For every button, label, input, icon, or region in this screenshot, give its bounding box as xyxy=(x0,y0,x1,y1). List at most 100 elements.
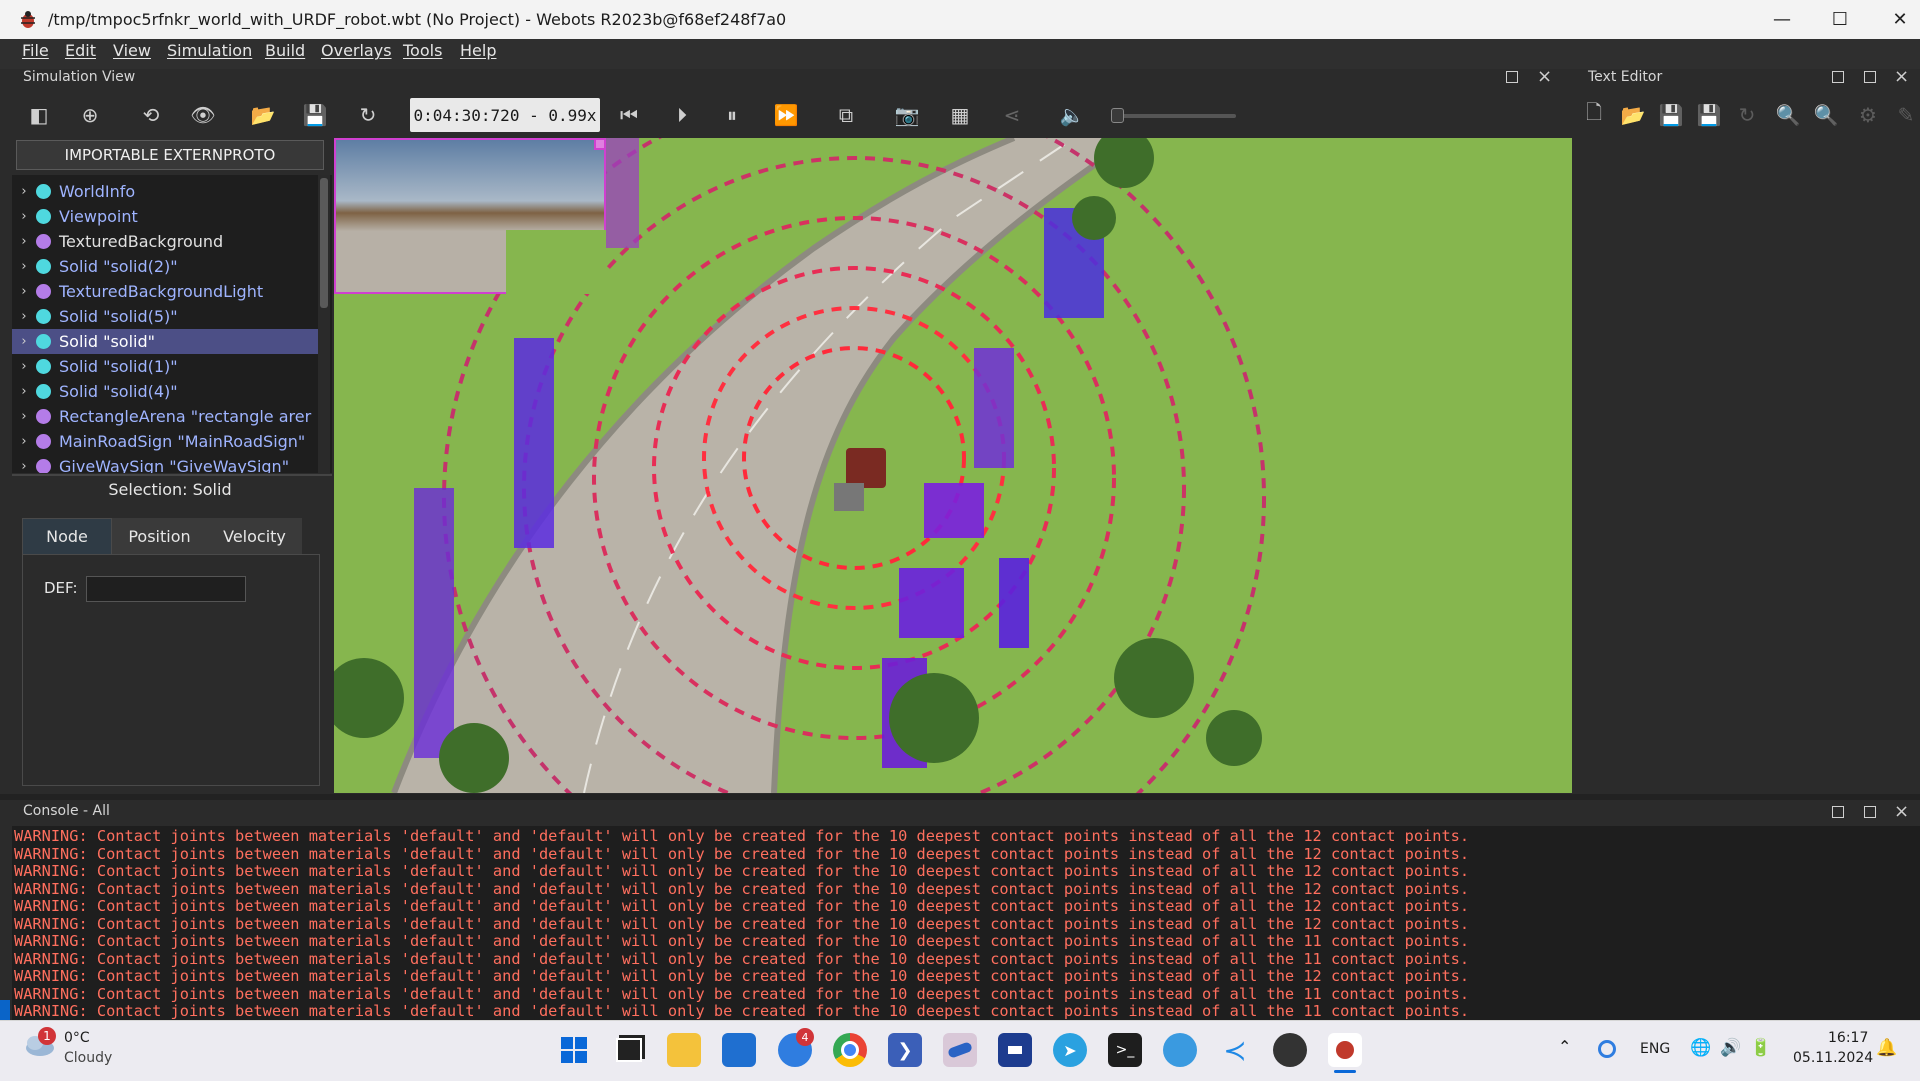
revert-file-icon[interactable]: ↻ xyxy=(1731,99,1763,131)
restore-viewpoint-icon[interactable]: ⟲ xyxy=(135,99,167,131)
telegram-icon[interactable]: ➤ xyxy=(1053,1033,1087,1067)
file-explorer-icon[interactable] xyxy=(667,1033,701,1067)
close-panel-icon[interactable]: × xyxy=(1894,803,1909,821)
toggle-scene-tree-icon[interactable]: ◧ xyxy=(23,99,55,131)
tray-app-icon[interactable] xyxy=(1598,1040,1616,1058)
battery-icon[interactable]: 🔋 xyxy=(1750,1038,1771,1058)
save-as-icon[interactable]: 💾 xyxy=(1693,99,1725,131)
camera-overlay[interactable] xyxy=(334,138,606,294)
undock-panel-icon[interactable] xyxy=(1864,71,1876,83)
chrome-icon[interactable] xyxy=(833,1033,867,1067)
expand-arrow-icon[interactable]: › xyxy=(12,409,36,424)
float-panel-icon[interactable] xyxy=(1832,71,1844,83)
expand-arrow-icon[interactable]: › xyxy=(12,359,36,374)
console-splitter[interactable] xyxy=(0,794,1920,800)
rendering-toggle-icon[interactable]: ⧉ xyxy=(830,99,862,131)
tab-velocity[interactable]: Velocity xyxy=(207,518,302,554)
notification-bell-icon[interactable]: 🔔 xyxy=(1876,1038,1897,1058)
scene-tree-item[interactable]: › Solid "solid" xyxy=(12,329,320,354)
step-icon[interactable]: ⏵ xyxy=(666,99,698,131)
menu-help[interactable]: Help xyxy=(460,41,496,60)
expand-arrow-icon[interactable]: › xyxy=(12,459,36,473)
share-icon[interactable]: ⋖ xyxy=(996,99,1028,131)
close-panel-icon[interactable]: × xyxy=(1894,68,1909,86)
minimize-button[interactable]: — xyxy=(1752,0,1812,39)
screenshot-icon[interactable]: 📷 xyxy=(891,99,923,131)
record-movie-icon[interactable]: ▦ xyxy=(944,99,976,131)
terminal-icon[interactable]: >_ xyxy=(1108,1033,1142,1067)
microsoft-store-icon[interactable] xyxy=(722,1033,756,1067)
save-floppy-icon[interactable] xyxy=(998,1033,1032,1067)
find-icon[interactable]: 🔍 xyxy=(1772,99,1804,131)
clock-time[interactable]: 16:17 xyxy=(1828,1030,1868,1046)
powershell-icon[interactable]: ❯ xyxy=(888,1033,922,1067)
scene-tree-item[interactable]: › Solid "solid(5)" xyxy=(12,304,320,329)
remote-desktop-icon[interactable] xyxy=(943,1033,977,1067)
reset-simulation-icon[interactable]: ⏮ xyxy=(613,99,645,131)
webots-taskbar-icon[interactable] xyxy=(1328,1033,1362,1067)
chevron-up-icon[interactable]: ⌃ xyxy=(1558,1037,1571,1056)
save-world-icon[interactable]: 💾 xyxy=(299,99,331,131)
volume-slider-track[interactable] xyxy=(1112,114,1236,118)
volume-slider-handle[interactable] xyxy=(1111,108,1124,123)
maximize-button[interactable]: ☐ xyxy=(1810,0,1870,39)
vscode-icon[interactable]: ≺ xyxy=(1218,1033,1252,1067)
menu-view[interactable]: View xyxy=(113,41,151,60)
replace-icon[interactable]: 🔍 xyxy=(1810,99,1842,131)
pause-icon[interactable]: ⏸ xyxy=(716,99,748,131)
scene-tree-item[interactable]: › MainRoadSign "MainRoadSign" xyxy=(12,429,320,454)
expand-arrow-icon[interactable]: › xyxy=(12,284,36,299)
start-windows-icon[interactable] xyxy=(557,1033,591,1067)
menu-file[interactable]: File xyxy=(22,41,49,60)
expand-arrow-icon[interactable]: › xyxy=(12,234,36,249)
scene-tree-item[interactable]: › Viewpoint xyxy=(12,204,320,229)
tree-scrollbar-thumb[interactable] xyxy=(320,178,328,308)
task-view-icon[interactable] xyxy=(612,1033,646,1067)
scene-tree-item[interactable]: › TexturedBackgroundLight xyxy=(12,279,320,304)
expand-arrow-icon[interactable]: › xyxy=(12,184,36,199)
expand-arrow-icon[interactable]: › xyxy=(12,309,36,324)
3d-viewport[interactable] xyxy=(334,138,1572,793)
menu-build[interactable]: Build xyxy=(265,41,305,60)
expand-arrow-icon[interactable]: › xyxy=(12,209,36,224)
scene-tree-item[interactable]: › GiveWaySign "GiveWaySign" xyxy=(12,454,320,473)
splitter[interactable] xyxy=(12,474,332,476)
tab-node[interactable]: Node xyxy=(22,518,112,554)
expand-arrow-icon[interactable]: › xyxy=(12,434,36,449)
close-panel-icon[interactable]: × xyxy=(1537,68,1552,86)
menu-simulation[interactable]: Simulation xyxy=(167,41,252,60)
docker-icon[interactable] xyxy=(1163,1033,1197,1067)
speaker-icon[interactable]: 🔊 xyxy=(1720,1038,1741,1058)
add-node-icon[interactable]: ⊕ xyxy=(74,99,106,131)
save-file-icon[interactable]: 💾 xyxy=(1655,99,1687,131)
expand-arrow-icon[interactable]: › xyxy=(12,259,36,274)
clean-icon[interactable]: ✎ xyxy=(1890,99,1920,131)
scene-tree-item[interactable]: › Solid "solid(2)" xyxy=(12,254,320,279)
scene-tree-item[interactable]: › TexturedBackground xyxy=(12,229,320,254)
scene-tree-item[interactable]: › RectangleArena "rectangle arer xyxy=(12,404,320,429)
open-world-icon[interactable]: 📂 xyxy=(247,99,279,131)
def-field[interactable] xyxy=(86,576,246,602)
reload-world-icon[interactable]: ↻ xyxy=(352,99,384,131)
undock-panel-icon[interactable] xyxy=(1864,806,1876,818)
open-file-icon[interactable]: 📂 xyxy=(1617,99,1649,131)
visibility-eye-icon[interactable]: 👁 xyxy=(187,99,219,131)
float-panel-icon[interactable] xyxy=(1832,806,1844,818)
menu-edit[interactable]: Edit xyxy=(65,41,96,60)
ros-app-icon[interactable] xyxy=(1273,1033,1307,1067)
expand-arrow-icon[interactable]: › xyxy=(12,384,36,399)
menu-tools[interactable]: Tools xyxy=(403,41,442,60)
close-window-button[interactable]: ✕ xyxy=(1870,0,1920,39)
mute-volume-icon[interactable]: 🔈 xyxy=(1056,99,1088,131)
expand-arrow-icon[interactable]: › xyxy=(12,334,36,349)
tab-position[interactable]: Position xyxy=(112,518,207,554)
fast-forward-icon[interactable]: ⏩ xyxy=(770,99,802,131)
build-gear-icon[interactable]: ⚙ xyxy=(1852,99,1884,131)
importable-externproto-button[interactable]: IMPORTABLE EXTERNPROTO xyxy=(16,140,324,170)
language-indicator[interactable]: ENG xyxy=(1640,1041,1670,1057)
scene-tree-item[interactable]: › WorldInfo xyxy=(12,179,320,204)
menu-overlays[interactable]: Overlays xyxy=(321,41,392,60)
float-panel-icon[interactable] xyxy=(1506,71,1518,83)
network-globe-icon[interactable]: 🌐 xyxy=(1690,1038,1711,1058)
scene-tree-item[interactable]: › Solid "solid(4)" xyxy=(12,379,320,404)
